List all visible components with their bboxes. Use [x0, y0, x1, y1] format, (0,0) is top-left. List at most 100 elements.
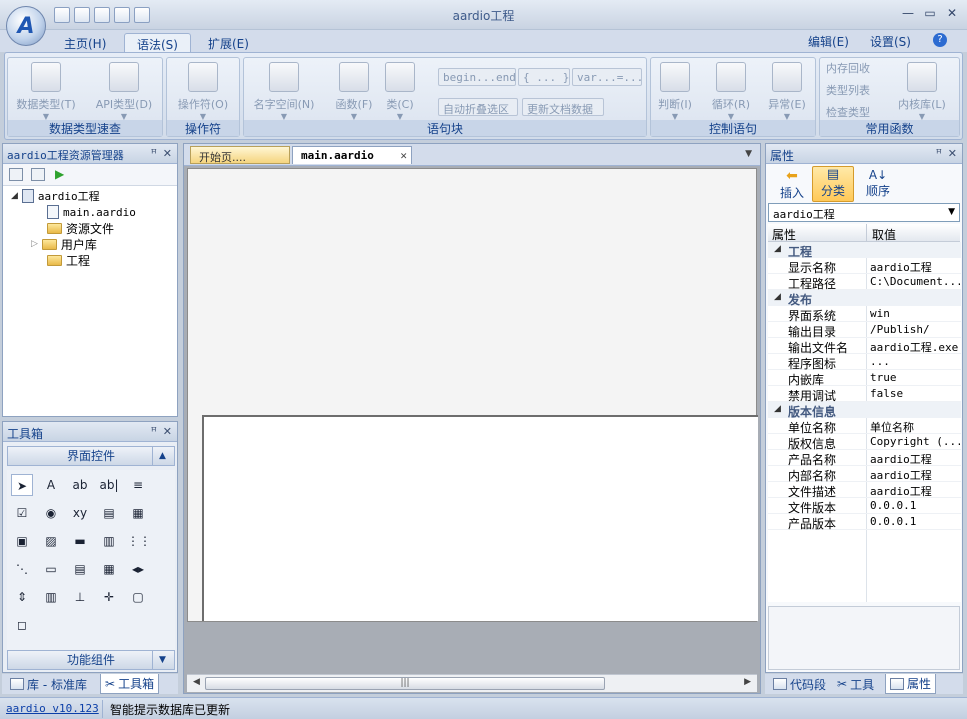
loop-button[interactable]: 循环(R) ▼ [701, 62, 761, 121]
tool-item[interactable]: ◂▸ [127, 558, 149, 580]
property-value[interactable]: aardio工程.exe [870, 339, 960, 355]
tool-item[interactable]: ab [69, 474, 91, 496]
pin-icon[interactable]: ꟸ [936, 147, 942, 160]
property-row[interactable]: 内嵌库 true [768, 370, 961, 387]
property-row[interactable]: 产品版本 0.0.0.1 [768, 514, 961, 531]
var-snippet[interactable]: var...=... [572, 68, 642, 86]
tool-item[interactable]: ◉ [40, 502, 62, 524]
auto-fold-button[interactable]: 自动折叠选区 [438, 98, 518, 116]
property-value[interactable]: /Publish/ [870, 323, 960, 336]
tab-home[interactable]: 主页(H) [52, 33, 118, 52]
property-value[interactable]: false [870, 387, 960, 400]
tool-item[interactable]: ✛ [98, 586, 120, 608]
tool-item[interactable]: ▦ [98, 558, 120, 580]
pin-icon[interactable]: ꟸ [151, 147, 157, 160]
property-row[interactable]: 内部名称 aardio工程 [768, 466, 961, 483]
tool-item[interactable]: ⋱ [11, 558, 33, 580]
tree-item-resources[interactable]: 资源文件 [47, 220, 114, 236]
tool-item[interactable]: ⇕ [11, 586, 33, 608]
scroll-left-icon[interactable]: ◀ [193, 677, 200, 687]
property-row[interactable]: 工程路径 C:\Document... [768, 274, 961, 291]
tool-item[interactable]: ▨ [40, 530, 62, 552]
tab-tools[interactable]: ✂ 工具 [833, 674, 878, 694]
tab-stdlib[interactable]: 库 - 标准库 [6, 674, 91, 694]
tool-item[interactable]: ▢ [127, 586, 149, 608]
tool-item[interactable]: ⊥ [69, 586, 91, 608]
property-value[interactable]: 0.0.0.1 [870, 515, 960, 528]
property-category[interactable]: ◢ 发布 [768, 290, 961, 307]
close-icon[interactable]: ✕ [948, 147, 957, 160]
operator-button[interactable]: 操作符(O) ▼ [167, 62, 239, 121]
tool-item[interactable]: ▤ [69, 558, 91, 580]
tab-snippets[interactable]: 代码段 [769, 674, 830, 694]
expand-icon[interactable]: ◢ [11, 191, 18, 201]
kernel-lib-button[interactable]: 内核库(L) ▼ [886, 62, 958, 121]
property-row[interactable]: 文件描述 aardio工程 [768, 482, 961, 499]
property-row[interactable]: 程序图标... [768, 354, 961, 371]
tab-extend[interactable]: 扩展(E) [196, 33, 261, 52]
property-value[interactable]: C:\Document... [870, 275, 960, 288]
property-value[interactable]: Copyright (... [870, 435, 960, 448]
collapse-up-icon[interactable]: ▲ [152, 447, 172, 465]
property-category[interactable]: ◢ 版本信息 [768, 402, 961, 419]
property-value[interactable]: win [870, 307, 960, 320]
tool-item[interactable]: ▥ [40, 586, 62, 608]
close-icon[interactable]: ✕ [163, 425, 172, 438]
horizontal-scrollbar[interactable]: ◀ ||| ▶ [187, 674, 757, 692]
sort-button[interactable]: A↓ 顺序 [856, 168, 900, 202]
tool-item[interactable]: ≡ [127, 474, 149, 496]
close-button[interactable]: ✕ [942, 6, 962, 24]
tool-item[interactable]: ◻ [11, 614, 33, 636]
property-row[interactable]: 单位名称 单位名称 [768, 418, 961, 435]
exception-button[interactable]: 异常(E) ▼ [757, 62, 817, 121]
datatype-button[interactable]: 数据类型(T) ▼ [10, 62, 82, 121]
tool-item[interactable]: ⋮⋮ [127, 530, 151, 552]
toolbox-section-components[interactable]: 功能组件 ▼ [7, 650, 175, 670]
property-value[interactable]: 单位名称 [870, 419, 960, 435]
tab-syntax[interactable]: 语法(S) [124, 33, 191, 52]
property-row[interactable]: 版权信息 Copyright (... [768, 434, 961, 451]
property-category[interactable]: ◢ 工程 [768, 242, 961, 259]
tab-start-page[interactable]: 开始页.... [190, 146, 290, 164]
settings-menu[interactable]: 设置(S) [870, 33, 911, 50]
object-selector[interactable]: aardio工程 ▼ [768, 203, 960, 222]
code-editor[interactable] [202, 415, 758, 621]
property-value[interactable]: ... [870, 355, 960, 368]
chevron-down-icon[interactable]: ▼ [948, 207, 955, 217]
property-row[interactable]: 文件版本 0.0.0.1 [768, 498, 961, 515]
run-icon[interactable]: ▶ [55, 167, 64, 181]
tree-item-project-folder[interactable]: 工程 [47, 252, 90, 268]
property-row[interactable]: 输出目录/Publish/ [768, 322, 961, 339]
tool-item[interactable]: ▣ [11, 530, 33, 552]
help-icon[interactable]: ? [933, 33, 947, 47]
namespace-button[interactable]: 名字空间(N) ▼ [248, 62, 320, 121]
pin-icon[interactable]: ꟸ [151, 425, 157, 438]
tool-item[interactable]: ▤ [98, 502, 120, 524]
tool-item[interactable]: xy [69, 502, 91, 524]
property-row[interactable]: 产品名称 aardio工程 [768, 450, 961, 467]
minimize-button[interactable]: — [898, 6, 918, 24]
edit-menu[interactable]: 编辑(E) [808, 33, 849, 50]
expand-icon[interactable]: ◢ [774, 404, 781, 414]
check-type-button[interactable]: 检查类型 [826, 104, 870, 120]
toolbox-section-ui[interactable]: 界面控件 ▲ [7, 446, 175, 466]
tab-toolbox[interactable]: ✂ 工具箱 [100, 674, 160, 694]
insert-button[interactable]: ⬅ 插入 [770, 168, 814, 202]
brace-snippet[interactable]: { ... } [518, 68, 570, 86]
property-value[interactable]: aardio工程 [870, 451, 960, 467]
property-row[interactable]: 输出文件名 aardio工程.exe [768, 338, 961, 355]
open-icon[interactable] [9, 168, 23, 181]
property-row[interactable]: 显示名称 aardio工程 [768, 258, 961, 275]
property-value[interactable]: aardio工程 [870, 259, 960, 275]
api-type-button[interactable]: API类型(D) ▼ [88, 62, 160, 121]
property-value[interactable]: aardio工程 [870, 467, 960, 483]
begin-end-snippet[interactable]: begin...end [438, 68, 516, 86]
expand-icon[interactable]: ◢ [774, 292, 781, 302]
tool-item[interactable]: ☑ [11, 502, 33, 524]
tool-item[interactable]: ab| [98, 474, 120, 496]
property-value[interactable]: aardio工程 [870, 483, 960, 499]
tab-main-aardio[interactable]: main.aardio ✕ [292, 146, 412, 164]
class-button[interactable]: 类(C) ▼ [372, 62, 428, 121]
tool-item[interactable]: A [40, 474, 62, 496]
close-icon[interactable]: ✕ [400, 149, 407, 162]
